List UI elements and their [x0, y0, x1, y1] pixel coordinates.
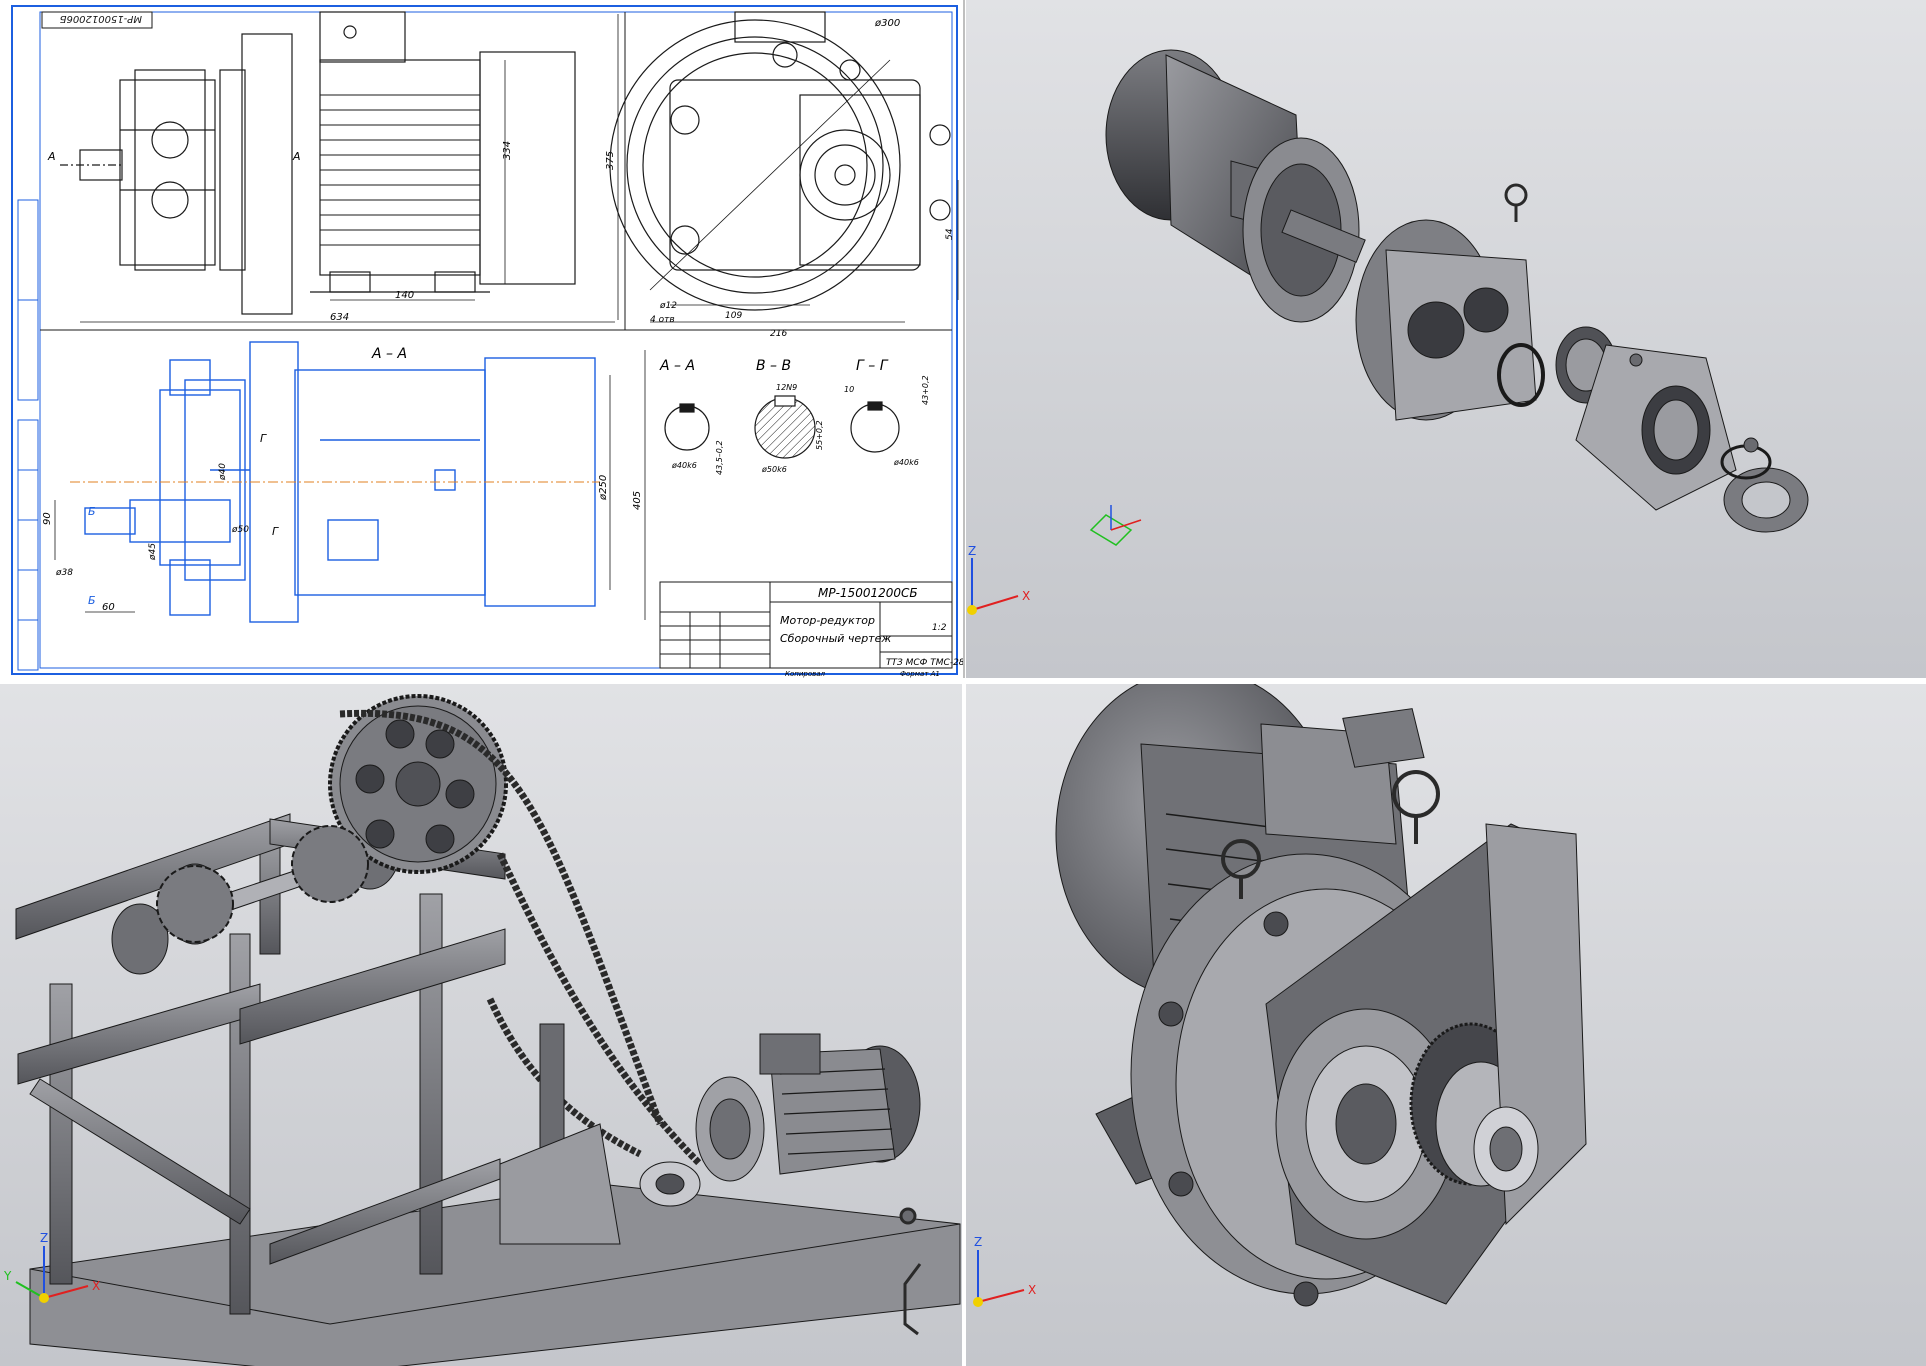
- axis-label-x: X: [1028, 1283, 1036, 1297]
- assembly-drawing: МР-150012006Б 334 375 140 634 А А ø300 ø…: [11, 5, 963, 678]
- exploded-motor: [1105, 49, 1366, 323]
- dim-334: 334: [502, 141, 513, 160]
- motor-reducer-closeup-panel[interactable]: Z X: [966, 684, 1926, 1366]
- dim-54: 54: [945, 228, 955, 240]
- axis-triad: [967, 558, 1019, 615]
- dim-d12: ø12: [659, 301, 677, 311]
- section-mark-b-bottom: Б: [88, 594, 96, 607]
- dim-aa-43-5: 43,5–0,2: [715, 440, 724, 475]
- section-bb-label: В – В: [756, 358, 791, 374]
- axis-label-x: X: [1022, 589, 1030, 603]
- section-mark-a-left: А: [47, 150, 56, 163]
- dim-gg-d40k6: ø40k6: [893, 458, 919, 467]
- motor-reducer-closeup-3d-view: Z X: [973, 684, 1587, 1307]
- assembly-drawing-panel[interactable]: МР-150012006Б 334 375 140 634 А А ø300 ø…: [10, 0, 965, 678]
- motor-reducer-unit: [639, 1033, 921, 1207]
- view-orientation-icon: [1089, 505, 1142, 546]
- dim-405: 405: [632, 491, 643, 510]
- section-aa-dimensions: [54, 350, 646, 620]
- title-line-1: Мотор-редуктор: [780, 614, 875, 627]
- section-mark-a-right: А: [292, 150, 301, 163]
- dim-bb-d50k6: ø50k6: [761, 465, 787, 474]
- exploded-cover: [1575, 344, 1737, 511]
- dim-gg-10: 10: [844, 385, 854, 394]
- section-gg-label: Г – Г: [856, 358, 889, 374]
- dim-d45: ø45: [148, 543, 158, 561]
- dim-109: 109: [725, 311, 742, 321]
- dim-bb-12n9: 12N9: [776, 383, 797, 392]
- sheet-inner-frame: [39, 11, 953, 669]
- section-mark-b-top: Б: [88, 505, 96, 518]
- section-aa-label: А – А: [371, 346, 407, 362]
- eye-bolt: [1504, 183, 1528, 222]
- dim-d38: ø38: [55, 568, 73, 578]
- exploded-flange: [1355, 219, 1537, 421]
- dim-90: 90: [42, 512, 53, 525]
- frame-assembly-panel[interactable]: Z X Y: [0, 684, 962, 1366]
- shaft-sections: [664, 395, 900, 459]
- dim-60: 60: [102, 602, 115, 613]
- axis-label-y: Y: [3, 1269, 12, 1283]
- axis-label-x: X: [92, 1279, 100, 1293]
- dim-d50: ø50: [231, 525, 249, 535]
- axis-triad: [973, 1250, 1025, 1307]
- exploded-end-cap: [1720, 437, 1809, 533]
- dim-gg-43: 43+0,2: [921, 375, 930, 405]
- frame-assembly-3d-view: Z X Y: [3, 694, 961, 1366]
- section-mark-g-bottom: Г: [272, 525, 279, 538]
- section-mark-g-top: Г: [260, 432, 267, 445]
- chain-tensioner: [499, 1023, 621, 1245]
- sheet-scale: 1:2: [932, 623, 947, 633]
- dim-634: 634: [330, 312, 349, 323]
- frame-base: [29, 1183, 961, 1366]
- exploded-3d-view: Z X: [967, 49, 1809, 615]
- left-margin-strip: [17, 199, 39, 671]
- dim-d300: ø300: [874, 18, 900, 29]
- dim-d250: ø250: [598, 475, 609, 501]
- axis-label-z: Z: [974, 1235, 982, 1249]
- dim-140: 140: [395, 290, 414, 301]
- end-view: [609, 11, 951, 311]
- axis-label-z: Z: [968, 544, 976, 558]
- dim-aa-d40k6: ø40k6: [671, 461, 697, 470]
- copied-label: Копировал: [785, 670, 826, 678]
- organization: ТТЗ МСФ ТМС-28.01: [886, 658, 963, 668]
- dim-bb-55: 55+0,2: [815, 420, 824, 450]
- sheet-format: Формат А1: [900, 670, 940, 678]
- section-aa-shaft-label: А – А: [659, 358, 695, 374]
- title-line-2: Сборочный чертеж: [780, 632, 891, 645]
- dim-4-holes: 4 отв: [650, 315, 675, 325]
- doc-code: МР-15001200СБ: [818, 586, 918, 600]
- exploded-3d-view-panel[interactable]: Z X: [966, 0, 1926, 678]
- stamp-text: МР-150012006Б: [59, 13, 142, 24]
- end-view-dimensions: [650, 180, 959, 323]
- front-view-motor: [60, 11, 576, 315]
- axis-label-z: Z: [40, 1231, 48, 1245]
- dim-216: 216: [770, 329, 787, 339]
- dim-d40: ø40: [218, 463, 228, 481]
